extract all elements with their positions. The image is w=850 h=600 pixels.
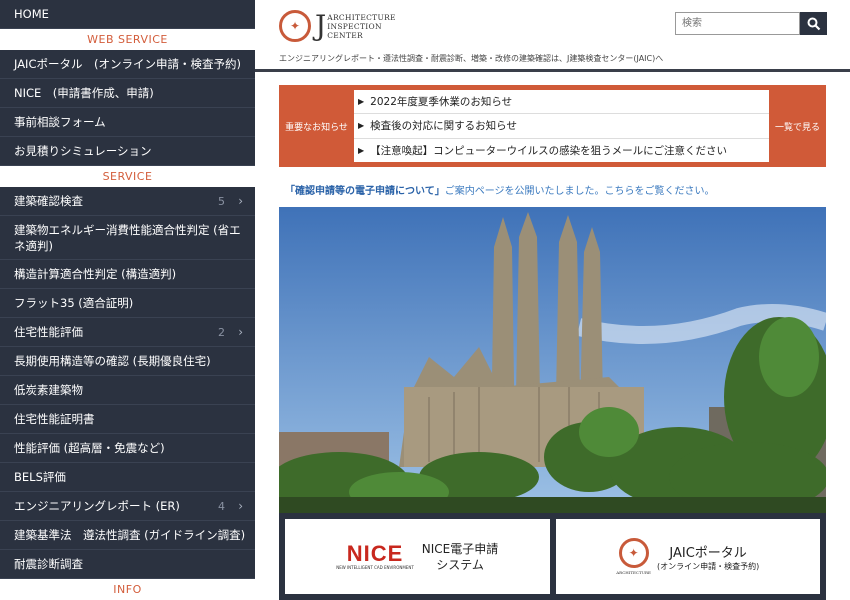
- service-cards: NICE NEW INTELLIGENT CAD ENVIRONMENT NIC…: [279, 513, 826, 600]
- notice-label: 重要なお知らせ: [285, 122, 348, 133]
- sidebar-item-count: 2: [218, 325, 225, 339]
- hero-image: [279, 207, 826, 513]
- sidebar-item-energy-conformity[interactable]: 建築物エネルギー消費性能適合性判定 (省エネ適判): [0, 216, 255, 260]
- sidebar-item-label: 事前相談フォーム: [14, 115, 106, 129]
- sidebar-item-count: 5: [218, 194, 225, 208]
- sidebar-item-label: JAICポータル (オンライン申請・検査予約): [14, 57, 241, 71]
- sidebar-item-jaic-portal[interactable]: JAICポータル (オンライン申請・検査予約): [0, 50, 255, 79]
- sidebar-item-label: お見積りシミュレーション: [14, 144, 152, 158]
- nice-card-title-line: NICE電子申請: [421, 541, 499, 556]
- jaic-card-logo-line: ARCHITECTURE: [616, 570, 651, 575]
- notice-item-text: 検査後の対応に関するお知らせ: [370, 120, 517, 133]
- sidebar-item-label: エンジニアリングレポート (ER): [14, 499, 180, 513]
- chevron-right-icon[interactable]: ›: [238, 499, 243, 513]
- sidebar-item-label: 長期使用構造等の確認 (長期優良住宅): [14, 354, 211, 368]
- nice-card-title-line: システム: [436, 557, 484, 572]
- jaic-logo[interactable]: ✦ J ARCHITECTURE INSPECTION CENTER: [279, 10, 396, 42]
- sidebar-item-bels[interactable]: BELS評価: [0, 463, 255, 492]
- notice-item[interactable]: ▶ 2022年度夏季休業のお知らせ: [354, 90, 769, 115]
- sidebar-item-label: 住宅性能評価: [14, 325, 83, 339]
- sidebar-section-web-service: WEB SERVICE: [0, 29, 255, 50]
- site-tagline: エンジニアリングレポート・遵法性調査・耐震診断、増築・改修の建築確認は、J建築検…: [279, 54, 664, 63]
- sidebar-item-label: 構造計算適合性判定 (構造適判): [14, 267, 177, 281]
- sidebar-item-building-inspection[interactable]: 建築確認検査 5 ›: [0, 187, 255, 216]
- jaic-card-content: ✦ ARCHITECTURE JAICポータル (オンライン申請・検査予約): [616, 538, 759, 575]
- triangle-right-icon: ▶: [358, 145, 365, 155]
- hero-illustration: [279, 207, 826, 513]
- notice-item-text: 【注意喚起】コンピューターウイルスの感染を狙うメールにご注意ください: [370, 144, 727, 157]
- jaic-card-title-text: JAICポータル: [669, 545, 747, 561]
- jaic-card-title: JAICポータル (オンライン申請・検査予約): [657, 542, 759, 572]
- site-header: ✦ J ARCHITECTURE INSPECTION CENTER エンジニア…: [255, 0, 850, 72]
- logo-emblem-icon: ✦: [618, 538, 649, 568]
- jaic-portal-card[interactable]: ✦ ARCHITECTURE JAICポータル (オンライン申請・検査予約): [555, 519, 820, 594]
- nice-card-content: NICE NEW INTELLIGENT CAD ENVIRONMENT NIC…: [336, 541, 498, 573]
- sidebar-item-flat35[interactable]: フラット35 (適合証明): [0, 289, 255, 318]
- chevron-right-icon[interactable]: ›: [238, 325, 243, 339]
- sidebar-section-info: INFO: [0, 579, 255, 600]
- logo-j: J: [315, 9, 327, 42]
- triangle-right-icon: ▶: [358, 97, 365, 107]
- view-all-link[interactable]: 一覧で見る: [769, 120, 826, 133]
- sidebar-item-long-term-housing[interactable]: 長期使用構造等の確認 (長期優良住宅): [0, 347, 255, 376]
- search-button[interactable]: [800, 12, 827, 35]
- sidebar-item-estimate-simulation[interactable]: お見積りシミュレーション: [0, 137, 255, 166]
- sidebar-item-label: NICE (申請書作成、申請): [14, 86, 154, 100]
- jaic-card-logo: ✦ ARCHITECTURE: [616, 538, 651, 575]
- sidebar-item-housing-certificate[interactable]: 住宅性能証明書: [0, 405, 255, 434]
- nice-logo: NICE NEW INTELLIGENT CAD ENVIRONMENT: [336, 541, 414, 571]
- main-content: ✦ J ARCHITECTURE INSPECTION CENTER エンジニア…: [255, 0, 850, 600]
- sidebar-item-label: BELS評価: [14, 470, 66, 484]
- notice-item[interactable]: ▶ 検査後の対応に関するお知らせ: [354, 114, 769, 139]
- nice-card[interactable]: NICE NEW INTELLIGENT CAD ENVIRONMENT NIC…: [285, 519, 550, 594]
- logo-line: CENTER: [327, 30, 363, 40]
- search-input[interactable]: [675, 12, 800, 35]
- jaic-card-subtitle: (オンライン申請・検査予約): [656, 561, 760, 571]
- logo-line: ARCHITECTURE: [327, 12, 396, 22]
- sidebar-item-compliance-survey[interactable]: 建築基準法 遵法性調査 (ガイドライン調査): [0, 521, 255, 550]
- chevron-right-icon[interactable]: ›: [238, 194, 243, 208]
- announcement-text: ご案内ページを公開いたしました。こちらをご覧ください。: [444, 186, 715, 197]
- search-icon: [807, 17, 820, 30]
- sidebar-item-consultation-form[interactable]: 事前相談フォーム: [0, 108, 255, 137]
- notice-item-text: 2022年度夏季休業のお知らせ: [370, 96, 513, 109]
- search-box: [675, 12, 827, 35]
- logo-text: ARCHITECTURE INSPECTION CENTER: [327, 13, 396, 40]
- triangle-right-icon: ▶: [358, 121, 365, 131]
- sidebar-item-label: 建築確認検査: [14, 194, 83, 208]
- sidebar-section-service: SERVICE: [0, 166, 255, 187]
- sidebar-item-nice[interactable]: NICE (申請書作成、申請): [0, 79, 255, 108]
- sidebar-item-seismic-diagnosis[interactable]: 耐震診断調査: [0, 550, 255, 579]
- sidebar-item-label: 低炭素建築物: [14, 383, 83, 397]
- sidebar-item-label: 建築基準法 遵法性調査 (ガイドライン調査): [14, 528, 246, 542]
- sidebar-item-label: 性能評価 (超高層・免震など): [14, 441, 165, 455]
- sidebar-item-label: 耐震診断調査: [14, 557, 83, 571]
- notice-list: ▶ 2022年度夏季休業のお知らせ ▶ 検査後の対応に関するお知らせ ▶ 【注意喚起】…: [354, 90, 769, 162]
- announcement-link[interactable]: 「確認申請等の電子申請について」ご案内ページを公開いたしました。こちらをご覧くだ…: [285, 182, 715, 197]
- sidebar: HOME WEB SERVICE JAICポータル (オンライン申請・検査予約)…: [0, 0, 255, 600]
- sidebar-item-engineering-report[interactable]: エンジニアリングレポート (ER) 4 ›: [0, 492, 255, 521]
- notice-item[interactable]: ▶ 【注意喚起】コンピューターウイルスの感染を狙うメールにご注意ください: [354, 139, 769, 162]
- logo-line: INSPECTION: [327, 21, 382, 31]
- sidebar-item-structural-calc[interactable]: 構造計算適合性判定 (構造適判): [0, 260, 255, 289]
- sidebar-item-label: 建築物エネルギー消費性能適合性判定 (省エネ適判): [14, 223, 241, 253]
- sidebar-item-low-carbon[interactable]: 低炭素建築物: [0, 376, 255, 405]
- sidebar-item-count: 4: [218, 499, 225, 513]
- nice-logo-text: NICE: [346, 541, 404, 566]
- sidebar-item-label: 住宅性能証明書: [14, 412, 95, 426]
- important-notice-panel: 重要なお知らせ ▶ 2022年度夏季休業のお知らせ ▶ 検査後の対応に関するお知らせ…: [279, 85, 826, 167]
- sidebar-item-label: HOME: [14, 7, 49, 21]
- logo-emblem-icon: ✦: [279, 10, 311, 42]
- sidebar-item-label: フラット35 (適合証明): [14, 296, 134, 310]
- announcement-bold: 「確認申請等の電子申請について」: [285, 186, 445, 197]
- sidebar-item-housing-performance[interactable]: 住宅性能評価 2 ›: [0, 318, 255, 347]
- sidebar-item-performance-evaluation[interactable]: 性能評価 (超高層・免震など): [0, 434, 255, 463]
- nice-card-title: NICE電子申請 システム: [422, 541, 498, 573]
- nice-logo-sub: NEW INTELLIGENT CAD ENVIRONMENT: [336, 565, 414, 570]
- sidebar-item-home[interactable]: HOME: [0, 0, 255, 29]
